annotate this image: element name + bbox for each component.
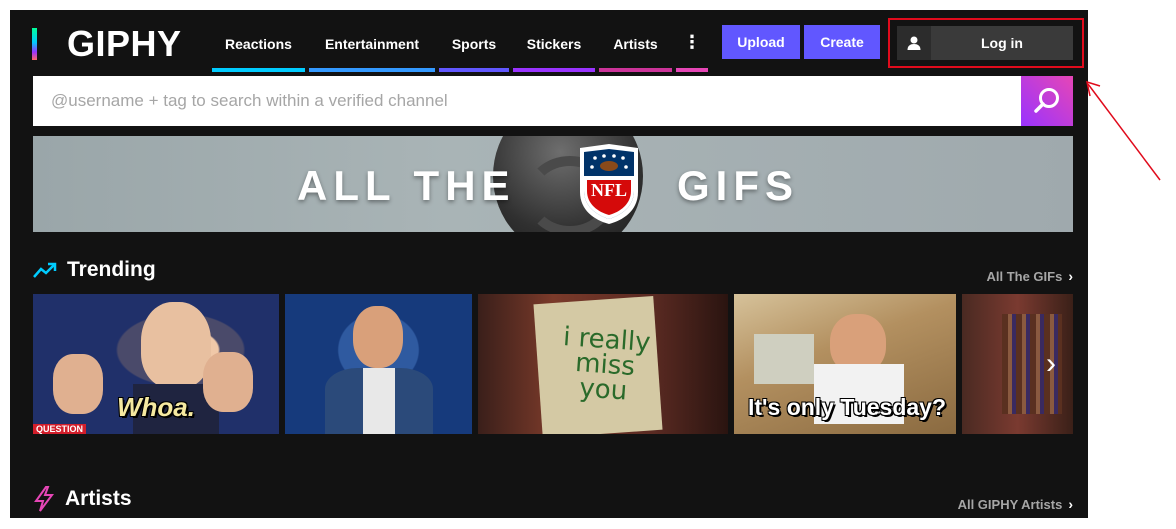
giphy-page: GIPHY Reactions Entertainment Sports Sti… [10, 10, 1088, 518]
nav-sports[interactable]: Sports [439, 28, 509, 72]
artists-title: Artists [65, 487, 132, 510]
trending-next-arrow-icon[interactable]: › [1046, 347, 1056, 381]
nfl-banner[interactable]: ALL THE NFL GIFS [33, 136, 1073, 232]
search-button[interactable] [1021, 76, 1073, 126]
main-nav: Reactions Entertainment Sports Stickers … [212, 28, 712, 72]
gif-caption-whoa: Whoa. [117, 392, 195, 422]
search-input[interactable] [33, 76, 1021, 126]
trending-header: Trending [33, 258, 156, 282]
logo-text: GIPHY [67, 23, 182, 64]
gif-caption-miss-you: i really miss you [562, 322, 652, 407]
nfl-logo-text: NFL [591, 180, 627, 200]
giphy-logo[interactable]: GIPHY [32, 25, 182, 63]
trending-gif-5[interactable] [962, 294, 1073, 434]
lightning-icon [34, 486, 54, 512]
trending-arrow-icon [33, 262, 57, 278]
create-button[interactable]: Create [804, 25, 880, 59]
nav-reactions[interactable]: Reactions [212, 28, 305, 72]
nav-artists[interactable]: Artists [599, 28, 672, 72]
nfl-shield-icon: NFL [580, 144, 638, 224]
trending-gif-2[interactable] [285, 294, 472, 434]
nav-entertainment[interactable]: Entertainment [309, 28, 435, 72]
trending-gif-4[interactable]: It's only Tuesday? [734, 294, 956, 434]
search-icon [1034, 88, 1059, 113]
trending-gif-3[interactable]: i really miss you [478, 294, 728, 434]
annotation-arrow [1085, 80, 1161, 181]
banner-left-text: ALL THE [297, 162, 516, 209]
all-gifs-link[interactable]: All The GIFs › [986, 268, 1073, 284]
banner-right-text: GIFS [677, 162, 800, 209]
all-artists-link[interactable]: All GIPHY Artists › [958, 496, 1073, 512]
trending-title: Trending [67, 258, 156, 281]
all-artists-label: All GIPHY Artists [957, 496, 1063, 512]
user-icon [897, 26, 931, 60]
nav-more-icon[interactable]: ⋮ [676, 28, 708, 72]
question-badge: QUESTION [33, 424, 87, 434]
chevron-right-icon: › [1068, 496, 1073, 512]
nav-stickers[interactable]: Stickers [513, 28, 595, 72]
login-label: Log in [981, 35, 1023, 51]
all-gifs-label: All The GIFs [986, 268, 1063, 284]
chevron-right-icon: › [1068, 268, 1073, 284]
login-button[interactable]: Log in [897, 26, 1073, 60]
upload-button[interactable]: Upload [722, 25, 800, 59]
logo-bar-icon [32, 28, 37, 60]
gif-caption-tuesday: It's only Tuesday? [748, 394, 947, 420]
trending-gif-1[interactable]: Whoa. QUESTION [33, 294, 279, 434]
artists-header: Artists [33, 486, 132, 512]
